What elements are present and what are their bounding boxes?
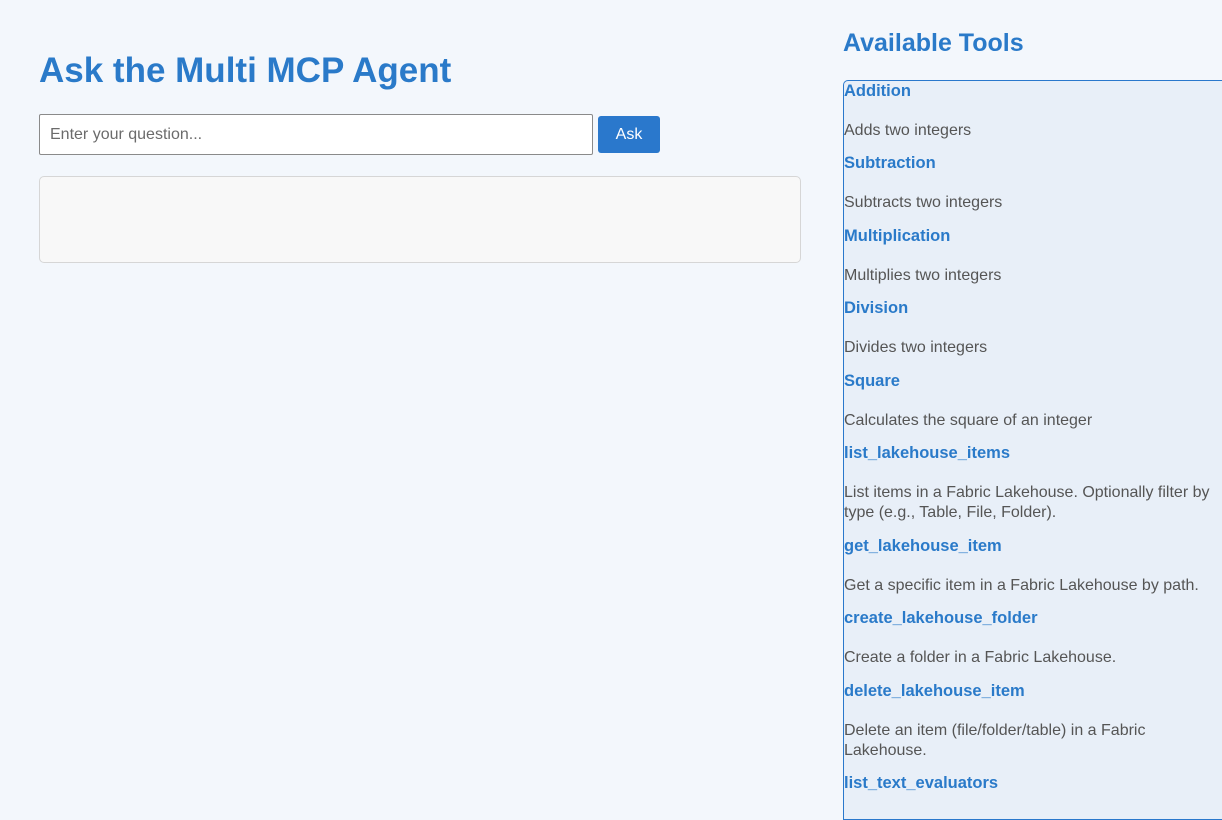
tool-description: Adds two integers <box>844 122 972 139</box>
tool-item: list_lakehouse_items List items in a Fab… <box>844 443 1219 523</box>
tool-item: Multiplication Multiplies two integers <box>844 226 1219 286</box>
ask-form: Ask <box>39 114 801 155</box>
tool-item: list_text_evaluators <box>844 773 1219 813</box>
tool-name: get_lakehouse_item <box>844 537 1002 555</box>
tool-item: create_lakehouse_folder Create a folder … <box>844 608 1219 668</box>
tool-name: Addition <box>844 82 911 100</box>
tool-description: Subtracts two integers <box>844 194 1003 211</box>
ask-button[interactable]: Ask <box>598 116 660 153</box>
tool-description: Multiplies two integers <box>844 267 1002 284</box>
page-title: Ask the Multi MCP Agent <box>39 51 452 90</box>
tool-item: Addition Adds two integers <box>844 81 1219 141</box>
tool-name: Subtraction <box>844 154 936 172</box>
answer-output <box>39 176 801 263</box>
tool-item: Division Divides two integers <box>844 298 1219 358</box>
tool-name: list_lakehouse_items <box>844 444 1010 462</box>
tool-description: List items in a Fabric Lakehouse. Option… <box>844 484 1210 521</box>
tools-list[interactable]: Addition Adds two integers Subtraction S… <box>843 80 1222 820</box>
sidebar-title: Available Tools <box>843 29 1024 57</box>
tool-name: Square <box>844 372 900 390</box>
tool-item: Subtraction Subtracts two integers <box>844 153 1219 213</box>
tool-name: Multiplication <box>844 227 951 245</box>
question-input[interactable] <box>39 114 593 155</box>
tool-description: Calculates the square of an integer <box>844 412 1093 429</box>
tool-description: Create a folder in a Fabric Lakehouse. <box>844 649 1117 666</box>
tool-item: get_lakehouse_item Get a specific item i… <box>844 536 1219 596</box>
tool-name: Division <box>844 299 909 317</box>
tool-name: delete_lakehouse_item <box>844 682 1025 700</box>
tool-name: list_text_evaluators <box>844 774 999 792</box>
tools-sidebar: Available Tools Addition Adds two intege… <box>843 0 1222 820</box>
tool-description: Delete an item (file/folder/table) in a … <box>844 722 1146 759</box>
tool-description: Divides two integers <box>844 339 988 356</box>
tool-description: Get a specific item in a Fabric Lakehous… <box>844 577 1199 594</box>
tool-item: delete_lakehouse_item Delete an item (fi… <box>844 681 1219 761</box>
tool-item: Square Calculates the square of an integ… <box>844 371 1219 431</box>
tool-name: create_lakehouse_folder <box>844 609 1038 627</box>
